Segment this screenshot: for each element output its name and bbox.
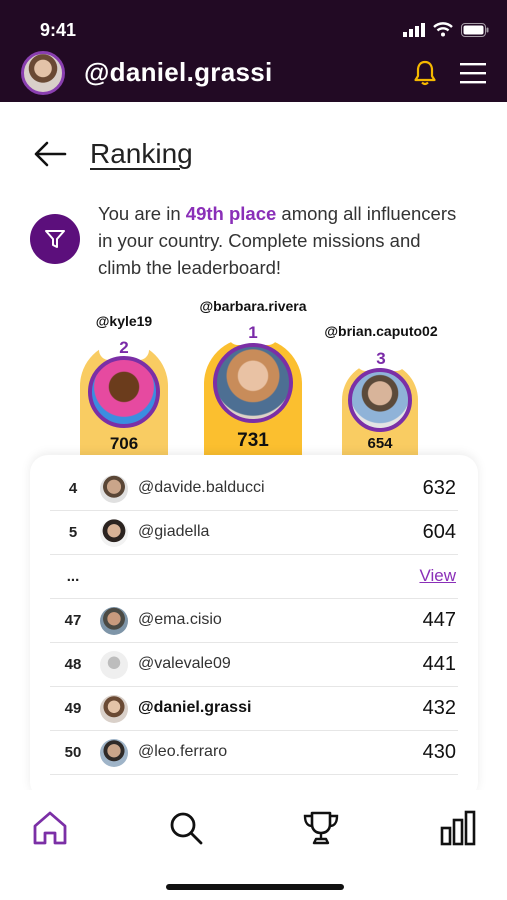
info-place-highlight: 49th place — [185, 203, 277, 224]
status-icons — [403, 22, 489, 37]
bar-chart-icon[interactable] — [438, 808, 478, 848]
podium-username-first: @barbara.rivera — [199, 298, 307, 314]
row-score: 430 — [422, 741, 456, 763]
header-username: @daniel.grassi — [84, 57, 273, 87]
filter-button[interactable] — [30, 214, 80, 264]
filter-icon — [45, 230, 65, 248]
row-rank: 4 — [68, 480, 78, 497]
trophy-icon[interactable] — [301, 808, 341, 848]
podium-score-second: 706 — [109, 434, 139, 453]
podium-avatar-second[interactable] — [88, 356, 160, 428]
row-score: 432 — [422, 697, 456, 719]
leaderboard-row[interactable]: 5 @giadella 604 — [50, 511, 458, 555]
row-rank: 5 — [68, 524, 78, 541]
row-rank: 48 — [64, 656, 82, 673]
row-avatar — [100, 519, 128, 547]
leaderboard-row[interactable]: 4 @davide.balducci 632 — [50, 467, 458, 511]
podium-username-second: @kyle19 — [95, 313, 153, 329]
signal-icon — [403, 22, 425, 37]
leaderboard-row-gap: ... View — [50, 555, 458, 599]
podium-score-first: 731 — [237, 430, 269, 451]
leaderboard-row[interactable]: 48 @valevale09 441 — [50, 643, 458, 687]
wifi-icon — [433, 22, 453, 37]
ranking-info-text: You are in 49th place among all influenc… — [98, 200, 458, 281]
row-score: 632 — [422, 477, 456, 499]
podium-rank-first: 1 — [228, 319, 278, 345]
podium-username-third: @brian.caputo02 — [324, 323, 438, 339]
row-avatar — [100, 607, 128, 635]
podium-score-third: 654 — [367, 435, 393, 452]
row-score: 604 — [422, 521, 456, 543]
row-username: @daniel.grassi — [138, 699, 252, 716]
leaderboard-row[interactable]: 50 @leo.ferraro 430 — [50, 731, 458, 775]
row-avatar — [100, 695, 128, 723]
search-icon[interactable] — [166, 808, 206, 848]
podium-avatar-first[interactable] — [213, 343, 293, 423]
row-avatar — [100, 475, 128, 503]
row-ellipsis: ... — [66, 568, 80, 585]
view-more-link[interactable]: View — [419, 566, 456, 586]
row-score: 441 — [422, 653, 456, 675]
status-time: 9:41 — [40, 20, 77, 40]
row-rank: 49 — [64, 700, 82, 717]
page-title: Ranking — [90, 138, 193, 169]
row-avatar — [100, 651, 128, 679]
home-icon[interactable] — [30, 808, 70, 848]
row-rank: 50 — [64, 744, 82, 761]
app-header: 9:41 @daniel.grassi — [0, 0, 507, 102]
leaderboard-card: 4 @davide.balducci 632 5 @giadella 604 .… — [30, 455, 478, 800]
profile-avatar[interactable] — [21, 51, 65, 95]
podium-avatar-third[interactable] — [348, 368, 412, 432]
home-indicator — [166, 884, 344, 890]
row-username: @leo.ferraro — [138, 743, 228, 760]
battery-icon — [461, 22, 489, 37]
row-username: @ema.cisio — [138, 611, 222, 628]
row-rank: 47 — [64, 612, 82, 629]
info-prefix: You are in — [98, 203, 186, 224]
row-username: @valevale09 — [138, 655, 231, 672]
row-avatar — [100, 739, 128, 767]
leaderboard-row[interactable]: 47 @ema.cisio 447 — [50, 599, 458, 643]
row-username: @davide.balducci — [138, 479, 265, 496]
hamburger-menu-icon[interactable] — [460, 62, 486, 84]
leaderboard-row-current-user[interactable]: 49 @daniel.grassi 432 — [50, 687, 458, 731]
back-arrow-icon[interactable] — [33, 140, 67, 168]
row-username: @giadella — [138, 523, 210, 540]
bell-icon[interactable] — [413, 60, 437, 86]
row-score: 447 — [422, 609, 456, 631]
